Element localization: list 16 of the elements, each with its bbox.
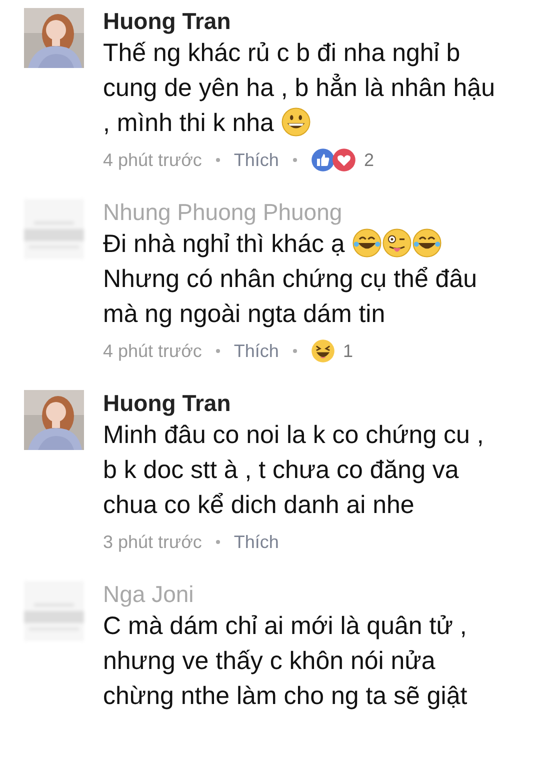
like-link[interactable]: Thích <box>234 532 279 552</box>
comment-text: Minh đâu co noi la k co chứng cu , b k doc stt à , t chưa co đăng va chua co kể dich danh ai nhe <box>103 420 485 521</box>
author-name[interactable]: Huong Tran <box>103 388 495 418</box>
reaction-count: 2 <box>364 150 374 170</box>
author-name[interactable]: Nga Joni <box>103 579 495 609</box>
author-name[interactable]: Nhung Phuong Phuong <box>103 197 495 227</box>
author-name[interactable]: Huong Tran <box>103 6 495 36</box>
comment-text: Đi nhà nghỉ thì khác ạ Nhưng có nhân chứng cụ thể đâu mà ng ngoài ngta dám tin <box>103 227 478 330</box>
comment-text: C mà dám chỉ ai mới là quân tử , nhưng ve thấy c khôn nói nửa chừng nthe làm cho ng ta sẽ giật <box>103 611 468 712</box>
timestamp: 4 phút trước <box>103 150 202 170</box>
like-link[interactable]: Thích <box>234 150 279 170</box>
reaction-count: 1 <box>342 340 353 362</box>
comment-text: Thế ng khác rủ c b đi nha nghỉ b cung de yên ha , b hẳn là nhân hậu , mình thi k nha <box>103 38 495 139</box>
timestamp: 3 phút trước <box>103 532 202 552</box>
timestamp: 4 phút trước <box>103 340 202 362</box>
like-link[interactable]: Thích <box>234 340 279 362</box>
